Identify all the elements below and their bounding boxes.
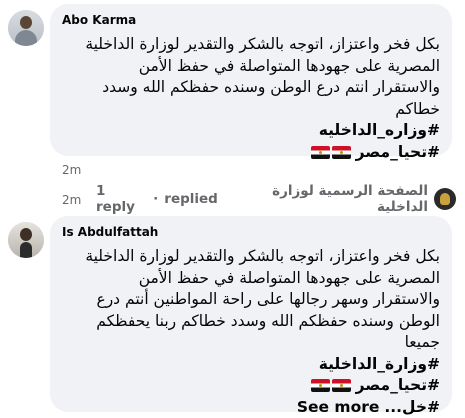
- comment-text: بكل فخر واعتزاز، اتوجه بالشكر والتقدير ل…: [62, 34, 440, 163]
- comment-line: والاستقرار انتم درع الوطن وسنده حفظكم ال…: [102, 78, 440, 96]
- comment-line: جميعا: [404, 333, 440, 351]
- comment-timestamp[interactable]: 2m: [62, 162, 81, 178]
- egypt-flag-emoji: [310, 145, 330, 159]
- comment-line: والاستقرار وسهر رجالها على راحة المواطني…: [96, 290, 440, 308]
- avatar[interactable]: [8, 10, 44, 46]
- comment-bubble: Abo Karma بكل فخر واعتزاز، اتوجه بالشكر …: [50, 4, 452, 161]
- hashtag-link[interactable]: #تحيا_مصر: [356, 376, 440, 394]
- egypt-flag-emoji: [331, 145, 351, 159]
- comment-line: بكل فخر واعتزاز، اتوجه بالشكر والتقدير ل…: [85, 247, 440, 265]
- see-more-link[interactable]: See more: [297, 398, 380, 416]
- comment-bubble: Is Abdulfattah بكل فخر واعتزاز، اتوجه با…: [50, 216, 452, 416]
- comment-line: خطاكم: [395, 99, 440, 118]
- egypt-flag-emoji: [331, 379, 351, 392]
- avatar[interactable]: [8, 222, 44, 258]
- page-logo-icon: [434, 188, 456, 210]
- comment-line: بكل فخر واعتزاز، اتوجه بالشكر والتقدير ل…: [85, 35, 440, 53]
- comment-line: الوطن وسنده حفظكم الله وسدد خطاكم ربنا ي…: [96, 311, 440, 330]
- reply-count: 1 reply: [96, 183, 135, 215]
- replier-page-name: الصفحة الرسمية لوزارة الداخلية: [272, 183, 428, 215]
- comment-line: المصرية على جهودها المتواصلة في حفظ الأم…: [138, 268, 440, 287]
- replied-label: replied: [164, 191, 218, 207]
- separator: ·: [153, 191, 159, 207]
- truncated-hashtag: #خل...: [384, 397, 440, 416]
- comment-author-name[interactable]: Is Abdulfattah: [62, 224, 440, 240]
- hashtag-link[interactable]: #وزاره_الداخليه: [319, 121, 440, 139]
- comment-author-name[interactable]: Abo Karma: [62, 12, 440, 28]
- comment-text: بكل فخر واعتزاز، اتوجه بالشكر والتقدير ل…: [62, 246, 440, 418]
- comment-line: المصرية على جهودها المتواصلة في حفظ الأم…: [138, 56, 440, 75]
- view-replies-link[interactable]: الصفحة الرسمية لوزارة الداخلية replied ·…: [96, 183, 456, 215]
- hashtag-link[interactable]: #وزارة_الداخلية: [319, 355, 440, 373]
- hashtag-link[interactable]: #تحيا_مصر: [356, 143, 440, 161]
- egypt-flag-emoji: [310, 379, 330, 392]
- reply-timestamp[interactable]: 2m: [62, 192, 81, 208]
